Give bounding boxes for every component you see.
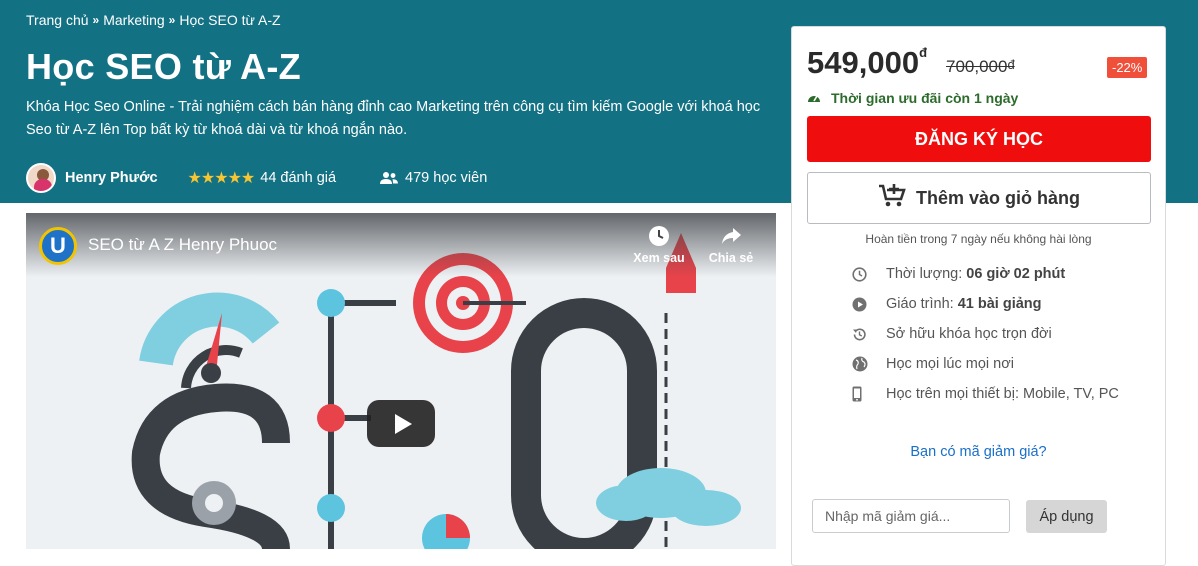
current-price: 549,000đ	[807, 45, 927, 81]
play-button[interactable]	[367, 400, 435, 447]
breadcrumb-home[interactable]: Trang chủ	[26, 12, 89, 28]
video-title[interactable]: SEO từ A Z Henry Phuoc	[88, 235, 277, 255]
feature-lifetime: Sở hữu khóa học trọn đời	[852, 319, 1119, 349]
offer-timer: Thời gian ưu đãi còn 1 ngày	[807, 90, 1018, 106]
feature-value: 06 giờ 02 phút	[966, 266, 1066, 282]
globe-icon	[852, 356, 886, 372]
history-icon	[852, 327, 886, 342]
coupon-link[interactable]: Bạn có mã giảm giá?	[792, 444, 1165, 460]
page-title: Học SEO từ A-Z	[26, 46, 301, 87]
breadcrumb: Trang chủ » Marketing » Học SEO từ A-Z	[26, 12, 281, 28]
feature-anywhere: Học mọi lúc mọi nơi	[852, 349, 1119, 379]
apply-coupon-button[interactable]: Áp dụng	[1026, 500, 1107, 533]
feature-label: Học trên mọi thiết bị: Mobile, TV, PC	[886, 386, 1119, 402]
rating-stars-icon: ★★★★★	[187, 170, 256, 187]
share-label: Chia sẻ	[708, 251, 754, 265]
current-price-value: 549,000	[807, 45, 920, 80]
student-count: 479 học viên	[405, 170, 488, 186]
watch-later-label: Xem sau	[633, 251, 685, 265]
mobile-icon	[852, 386, 886, 402]
coupon-input[interactable]	[812, 499, 1010, 533]
feature-curriculum: Giáo trình: 41 bài giảng	[852, 289, 1119, 319]
author-name[interactable]: Henry Phước	[65, 170, 158, 186]
video-player[interactable]: U SEO từ A Z Henry Phuoc Xem sau Chia sẻ	[26, 213, 776, 549]
dashboard-gauge-icon	[807, 90, 821, 106]
old-price-value: 700,000	[946, 57, 1008, 76]
discount-badge: -22%	[1107, 57, 1148, 78]
breadcrumb-category[interactable]: Marketing	[103, 12, 164, 28]
clock-icon	[852, 266, 886, 282]
register-button[interactable]: ĐĂNG KÝ HỌC	[807, 116, 1151, 162]
feature-label: Sở hữu khóa học trọn đời	[886, 326, 1052, 342]
course-features: Thời lượng: 06 giờ 02 phút Giáo trình: 41 …	[852, 259, 1119, 409]
offer-timer-text: Thời gian ưu đãi còn 1 ngày	[831, 90, 1019, 106]
add-to-cart-label: Thêm vào giỏ hàng	[915, 187, 1080, 208]
watch-later-button[interactable]: Xem sau	[629, 225, 689, 265]
feature-label: Giáo trình:	[886, 296, 954, 312]
feature-value: 41 bài giảng	[957, 296, 1042, 312]
currency-symbol: đ	[919, 45, 928, 60]
currency-symbol: đ	[1007, 57, 1015, 72]
avatar[interactable]	[26, 163, 56, 193]
purchase-card: 549,000đ 700,000đ -22% Thời gian ưu đãi …	[791, 26, 1166, 566]
play-circle-icon	[852, 297, 886, 312]
add-to-cart-button[interactable]: Thêm vào giỏ hàng	[807, 172, 1151, 224]
feature-duration: Thời lượng: 06 giờ 02 phút	[852, 259, 1119, 289]
feature-devices: Học trên mọi thiết bị: Mobile, TV, PC	[852, 379, 1119, 409]
play-icon	[394, 413, 412, 434]
feature-label: Thời lượng:	[886, 266, 963, 282]
users-icon	[380, 171, 399, 185]
breadcrumb-separator: »	[168, 13, 176, 27]
clock-icon	[629, 225, 689, 251]
refund-note: Hoàn tiền trong 7 ngày nếu không hài lòn…	[865, 232, 1092, 246]
breadcrumb-separator: »	[92, 13, 100, 27]
feature-label: Học mọi lúc mọi nơi	[886, 356, 1014, 372]
course-meta: Henry Phước ★★★★★ 44 đánh giá 479 học vi…	[26, 162, 487, 194]
cart-plus-icon	[878, 183, 906, 213]
share-button[interactable]: Chia sẻ	[701, 225, 761, 265]
old-price: 700,000đ	[946, 57, 1015, 77]
rating-count: 44 đánh giá	[260, 170, 337, 186]
course-description: Khóa Học Seo Online - Trải nghiệm cách b…	[26, 99, 761, 138]
breadcrumb-current: Học SEO từ A-Z	[179, 12, 281, 28]
channel-logo[interactable]: U	[39, 227, 77, 265]
share-arrow-icon	[701, 225, 761, 251]
